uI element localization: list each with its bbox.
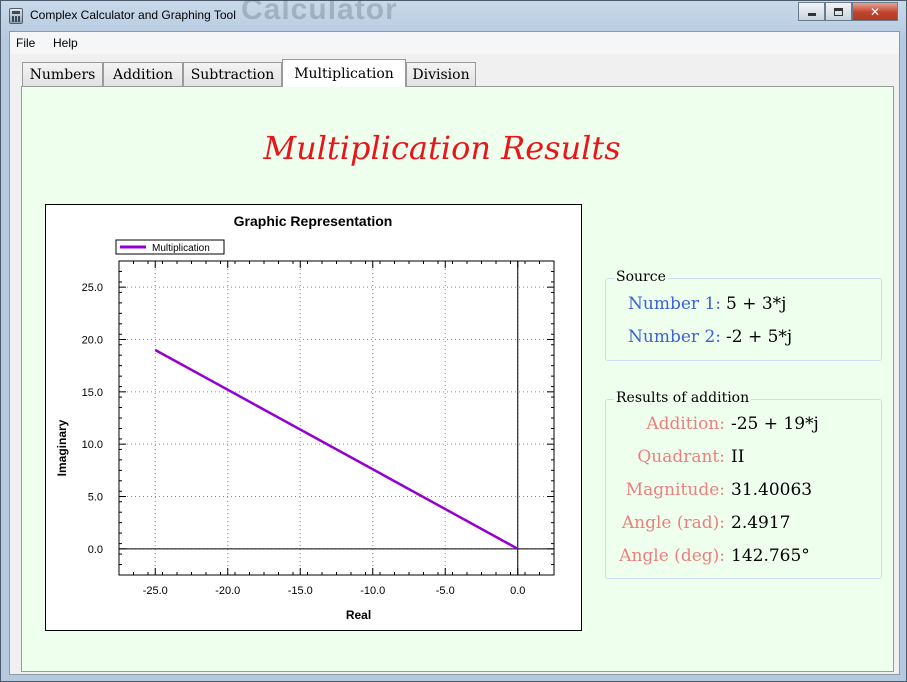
- page-title: Multiplication Results: [263, 129, 621, 167]
- tab-numbers[interactable]: Numbers: [22, 62, 103, 86]
- addition-value: -25 + 19*j: [731, 414, 819, 434]
- source-group-title: Source: [614, 269, 668, 285]
- menu-help[interactable]: Help: [53, 36, 78, 50]
- minimize-button[interactable]: [798, 2, 825, 21]
- number2-label: Number 2:: [628, 327, 721, 347]
- x-tick-label: -25.0: [143, 585, 168, 597]
- series-line: [154, 348, 519, 550]
- maximize-icon: [834, 7, 843, 16]
- client-area: File Help Numbers Addition Subtraction M…: [9, 31, 900, 675]
- angle-deg-value: 142.765°: [731, 546, 810, 566]
- menu-bar: File Help: [10, 32, 899, 54]
- tab-division[interactable]: Division: [406, 62, 476, 86]
- x-axis-label: Real: [346, 608, 371, 622]
- chart-container: Graphic Representation -25.0 -20.0 -15.0 -10…: [45, 204, 582, 631]
- legend-label: Multiplication: [152, 243, 210, 254]
- quadrant-value: II: [731, 447, 745, 467]
- chart-svg: Graphic Representation -25.0 -20.0 -15.0 -10…: [55, 213, 555, 622]
- title-ghost-text: Calculator: [241, 0, 398, 26]
- y-tick-label: 15.0: [82, 387, 103, 399]
- results-group: Results of addition Addition: -25 + 19*j…: [605, 390, 882, 579]
- y-tick-label: 0.0: [88, 544, 103, 556]
- angle-rad-value: 2.4917: [731, 513, 791, 533]
- menu-file[interactable]: File: [16, 36, 35, 50]
- magnitude-value: 31.40063: [731, 480, 813, 500]
- y-tick-label: 10.0: [82, 439, 103, 451]
- x-tick-label: -5.0: [436, 585, 455, 597]
- chart-title: Graphic Representation: [234, 213, 393, 229]
- x-tick-label: -10.0: [360, 585, 385, 597]
- number2-value: -2 + 5*j: [726, 327, 793, 347]
- app-window: Calculator Complex Calculator and Graphi…: [0, 0, 907, 682]
- quadrant-label: Quadrant:: [637, 447, 725, 467]
- tab-addition[interactable]: Addition: [103, 62, 183, 86]
- close-button[interactable]: ✕: [852, 2, 898, 21]
- results-group-title: Results of addition: [614, 390, 752, 406]
- title-bar[interactable]: Calculator Complex Calculator and Graphi…: [1, 0, 906, 31]
- minimize-icon: [807, 12, 816, 16]
- source-group: Source Number 1: 5 + 3*j Number 2: -2 + …: [605, 269, 882, 361]
- x-tick-label: -15.0: [288, 585, 313, 597]
- plot-area: [118, 260, 555, 576]
- y-tick-label: 20.0: [82, 335, 103, 347]
- y-tick-label: 25.0: [82, 282, 103, 294]
- close-icon: ✕: [869, 4, 881, 19]
- magnitude-label: Magnitude:: [625, 480, 725, 500]
- window-title: Complex Calculator and Graphing Tool: [30, 8, 236, 22]
- x-tick-label: -20.0: [215, 585, 240, 597]
- number1-label: Number 1:: [628, 294, 721, 314]
- addition-label: Addition:: [646, 414, 725, 434]
- tab-subtraction[interactable]: Subtraction: [183, 62, 282, 86]
- angle-deg-label: Angle (deg):: [619, 546, 725, 566]
- number1-value: 5 + 3*j: [726, 294, 787, 314]
- tab-multiplication[interactable]: Multiplication: [282, 59, 406, 87]
- y-axis-label: Imaginary: [55, 419, 69, 476]
- y-tick-label: 5.0: [88, 492, 103, 504]
- maximize-button[interactable]: [825, 2, 852, 21]
- multiplication-panel: Multiplication Results Graphic Represent…: [21, 86, 894, 672]
- x-tick-label: 0.0: [510, 585, 525, 597]
- angle-rad-label: Angle (rad):: [621, 513, 725, 533]
- calculator-icon: [9, 8, 23, 24]
